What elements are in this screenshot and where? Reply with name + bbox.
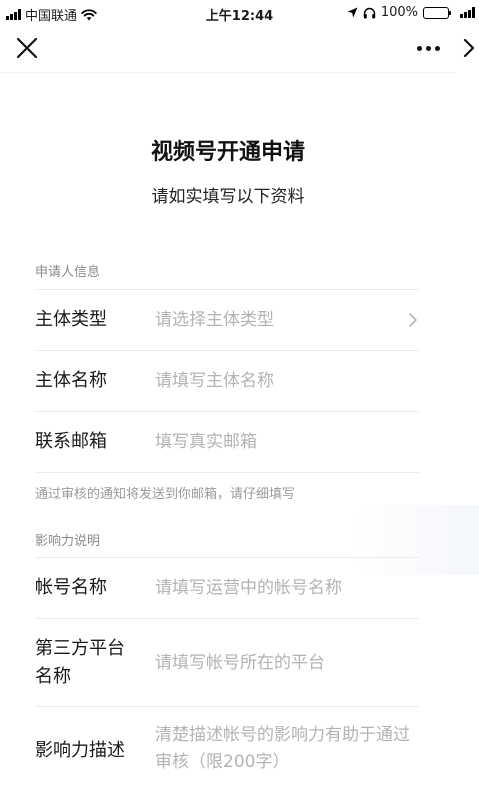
close-icon (16, 37, 38, 59)
battery-percent: 100% (380, 5, 418, 20)
section-label-influence: 影响力说明 (35, 511, 419, 558)
third-party-platform-row: 第三方平台名称 (35, 619, 419, 707)
next-page-button[interactable] (462, 34, 479, 62)
close-button[interactable] (12, 33, 42, 63)
influence-description-row: 影响力描述 (35, 707, 419, 795)
section-label-applicant: 申请人信息 (35, 252, 419, 290)
account-name-label: 帐号名称 (35, 577, 107, 598)
secondary-signal-icon (460, 7, 475, 18)
headphones-icon (363, 7, 376, 18)
more-icon (416, 45, 422, 51)
subject-name-row: 主体名称 (35, 351, 419, 412)
status-bar: 中国联通 上午12:44 100% (0, 0, 479, 26)
account-name-row: 帐号名称 (35, 558, 419, 619)
more-options-button[interactable] (410, 34, 446, 62)
subject-name-label: 主体名称 (35, 370, 107, 391)
nav-bar (0, 26, 479, 72)
status-right: 100% (347, 5, 475, 20)
chevron-right-icon (463, 38, 475, 58)
contact-email-row: 联系邮箱 (35, 412, 419, 473)
page-subtitle: 请如实填写以下资料 (151, 187, 305, 207)
subject-type-select[interactable]: 请选择主体类型 (155, 307, 419, 333)
influence-description-label: 影响力描述 (35, 740, 125, 761)
subject-name-input[interactable] (155, 368, 419, 394)
location-arrow-icon (347, 7, 358, 18)
third-party-platform-input[interactable] (155, 649, 419, 676)
contact-email-label: 联系邮箱 (35, 431, 107, 452)
application-form: 申请人信息 主体类型 请选择主体类型 主体名称 联系邮箱 通过审核的通知将发送到… (35, 252, 419, 795)
email-hint: 通过审核的通知将发送到你邮箱，请仔细填写 (35, 486, 296, 502)
influence-description-textarea[interactable] (155, 722, 419, 780)
contact-email-input[interactable] (155, 429, 419, 455)
battery-icon (423, 6, 451, 19)
third-party-platform-label: 第三方平台名称 (35, 637, 125, 687)
page-title: 视频号开通申请 (150, 140, 305, 165)
chevron-right-icon (409, 313, 417, 327)
subject-type-label: 主体类型 (35, 309, 107, 330)
nav-divider (0, 72, 456, 73)
subject-type-row[interactable]: 主体类型 请选择主体类型 (35, 290, 419, 351)
account-name-input[interactable] (155, 575, 419, 601)
